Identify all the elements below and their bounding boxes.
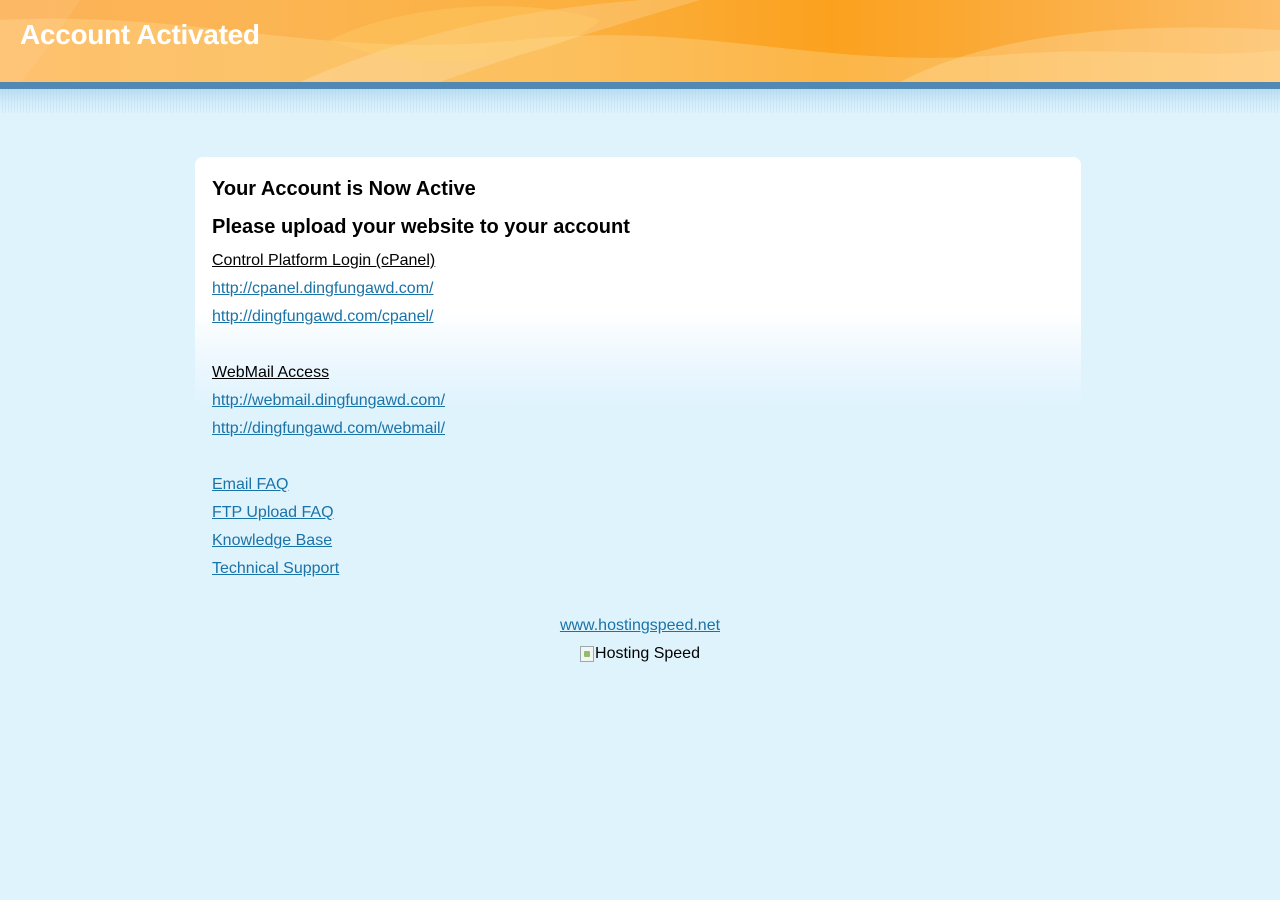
list-item: Technical Support	[212, 555, 1072, 583]
account-active-heading: Your Account is Now Active	[212, 178, 476, 200]
webmail-section-label: WebMail Access	[212, 359, 1072, 387]
header-shadow	[0, 89, 1280, 113]
list-item: Email FAQ	[212, 471, 1072, 499]
cpanel-section-label: Control Platform Login (cPanel)	[212, 247, 1072, 275]
cpanel-subdomain-link[interactable]: http://cpanel.dingfungawd.com/	[212, 280, 433, 297]
main-content: Your Account is Now Active Please upload…	[212, 175, 1072, 583]
cpanel-label: Control Platform Login (cPanel)	[212, 252, 436, 269]
logo-alt-text: Hosting Speed	[595, 645, 700, 662]
page-footer: www.hostingspeed.net Hosting Speed	[0, 612, 1280, 668]
hosting-speed-logo[interactable]: Hosting Speed	[580, 640, 700, 668]
webmail-label: WebMail Access	[212, 364, 330, 381]
list-item: http://webmail.dingfungawd.com/	[212, 387, 1072, 415]
webmail-path-link[interactable]: http://dingfungawd.com/webmail/	[212, 420, 445, 437]
list-item: http://cpanel.dingfungawd.com/	[212, 275, 1072, 303]
header-divider	[0, 82, 1280, 89]
footer-link-row: www.hostingspeed.net	[0, 612, 1280, 640]
email-faq-link[interactable]: Email FAQ	[212, 476, 288, 493]
hostingspeed-site-link[interactable]: www.hostingspeed.net	[560, 617, 720, 634]
page-header: Account Activated	[0, 0, 1280, 82]
cpanel-path-link[interactable]: http://dingfungawd.com/cpanel/	[212, 308, 433, 325]
webmail-subdomain-link[interactable]: http://webmail.dingfungawd.com/	[212, 392, 445, 409]
knowledge-base-link[interactable]: Knowledge Base	[212, 532, 332, 549]
page-title: Account Activated	[20, 19, 260, 50]
list-item: http://dingfungawd.com/cpanel/	[212, 303, 1072, 331]
list-item: FTP Upload FAQ	[212, 499, 1072, 527]
upload-website-heading: Please upload your website to your accou…	[212, 216, 630, 238]
footer-logo-row: Hosting Speed	[0, 640, 1280, 668]
broken-image-icon	[580, 646, 595, 662]
list-item: http://dingfungawd.com/webmail/	[212, 415, 1072, 443]
ftp-upload-faq-link[interactable]: FTP Upload FAQ	[212, 504, 334, 521]
technical-support-link[interactable]: Technical Support	[212, 560, 339, 577]
list-item: Knowledge Base	[212, 527, 1072, 555]
